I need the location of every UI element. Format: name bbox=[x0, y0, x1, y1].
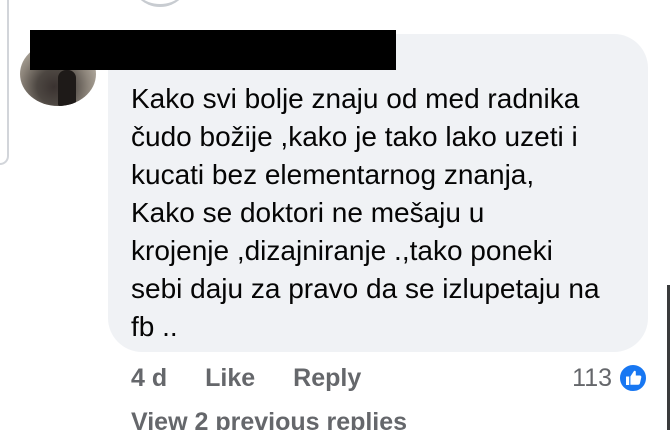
comment-timestamp[interactable]: 4 d bbox=[131, 364, 167, 393]
comment-thread: Kako svi bolje znaju od med radnika čudo… bbox=[0, 0, 670, 430]
author-name-redaction[interactable] bbox=[30, 30, 396, 70]
thread-connector-top bbox=[130, 0, 190, 7]
view-previous-replies-link[interactable]: View 2 previous replies bbox=[131, 408, 407, 430]
thread-connector-line bbox=[0, 0, 9, 165]
comment-actions: 4 d Like Reply bbox=[131, 360, 361, 396]
like-button[interactable]: Like bbox=[205, 364, 255, 393]
comment-text: Kako svi bolje znaju od med radnika čudo… bbox=[131, 83, 600, 342]
like-icon bbox=[618, 363, 648, 393]
reply-button[interactable]: Reply bbox=[293, 364, 361, 393]
reaction-count: 113 bbox=[572, 363, 612, 392]
avatar-figure bbox=[58, 70, 76, 106]
reaction-summary[interactable]: 113 bbox=[572, 360, 648, 396]
